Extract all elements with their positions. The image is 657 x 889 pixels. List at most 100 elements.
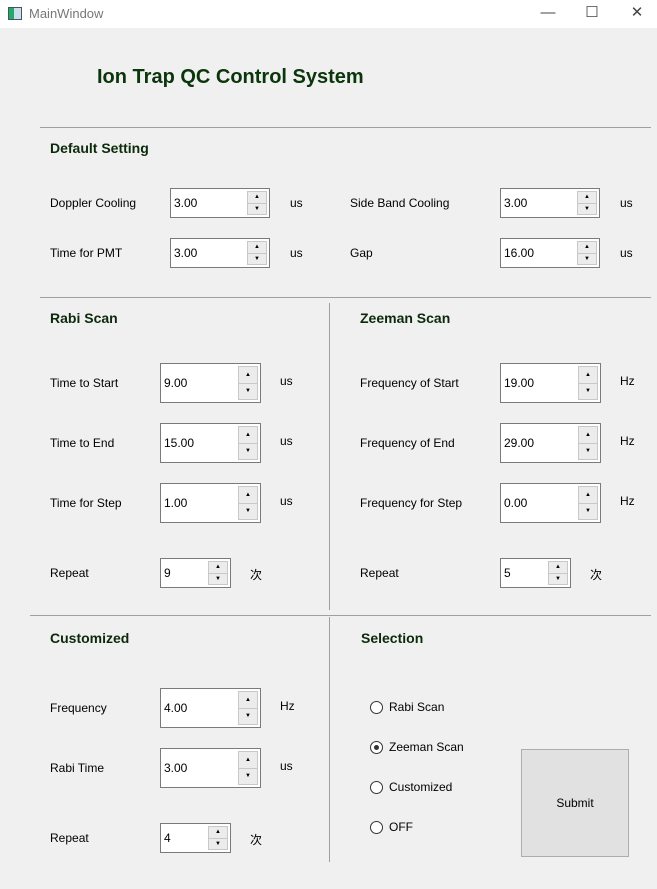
radio-label: OFF: [389, 820, 413, 834]
spin-up-button[interactable]: ▲: [247, 191, 267, 204]
radio-circle-icon[interactable]: [370, 740, 383, 754]
custom-rabitime-unit: us: [280, 759, 293, 773]
custom-rabitime-label: Rabi Time: [50, 761, 105, 775]
rabi-end-value[interactable]: 15.00: [164, 436, 194, 450]
spin-up-button[interactable]: ▲: [238, 691, 258, 709]
submit-label: Submit: [556, 796, 594, 810]
spin-down-button[interactable]: ▼: [238, 503, 258, 520]
spin-up-button[interactable]: ▲: [548, 561, 568, 574]
zeeman-repeat-spinbox[interactable]: 5 ▲ ▼: [500, 558, 571, 588]
spin-up-button[interactable]: ▲: [577, 191, 597, 204]
spin-down-button[interactable]: ▼: [578, 443, 598, 460]
default-gap-value[interactable]: 16.00: [504, 246, 534, 260]
rabi-scan-heading: Rabi Scan: [50, 310, 118, 326]
window-title: MainWindow: [29, 6, 104, 21]
spin-up-button[interactable]: ▲: [578, 486, 598, 504]
spin-up-button[interactable]: ▲: [247, 241, 267, 254]
spin-down-button[interactable]: ▼: [577, 203, 597, 215]
zeeman-start-unit: Hz: [620, 374, 635, 388]
spin-down-button[interactable]: ▼: [577, 253, 597, 265]
spin-down-button[interactable]: ▼: [238, 443, 258, 460]
radio-option[interactable]: Zeeman Scan: [370, 740, 464, 754]
zeeman-step-spinbox[interactable]: 0.00 ▲ ▼: [500, 483, 601, 523]
spin-up-button[interactable]: ▲: [578, 426, 598, 444]
app-icon: [8, 7, 22, 20]
spin-up-button[interactable]: ▲: [238, 366, 258, 384]
default-gap-label: Gap: [350, 246, 373, 260]
spin-up-button[interactable]: ▲: [238, 486, 258, 504]
radio-circle-icon[interactable]: [370, 780, 383, 794]
default-doppler-spinbox[interactable]: 3.00 ▲ ▼: [170, 188, 270, 218]
zeeman-repeat-unit: 次: [590, 568, 603, 582]
rabi-step-label: Time for Step: [50, 496, 122, 510]
spin-up-button[interactable]: ▲: [578, 366, 598, 384]
spin-down-button[interactable]: ▼: [238, 383, 258, 400]
rabi-end-spinbox[interactable]: 15.00 ▲ ▼: [160, 423, 261, 463]
zeeman-start-value[interactable]: 19.00: [504, 376, 534, 390]
spin-down-button[interactable]: ▼: [208, 573, 228, 585]
default-doppler-label: Doppler Cooling: [50, 196, 137, 210]
default-doppler-value[interactable]: 3.00: [174, 196, 197, 210]
zeeman-start-spinbox[interactable]: 19.00 ▲ ▼: [500, 363, 601, 403]
spin-down-button[interactable]: ▼: [238, 708, 258, 725]
zeeman-start-label: Frequency of Start: [360, 376, 459, 390]
custom-freq-value[interactable]: 4.00: [164, 701, 187, 715]
default-sideband-label: Side Band Cooling: [350, 196, 450, 210]
custom-repeat-spinbox[interactable]: 4 ▲ ▼: [160, 823, 231, 853]
spin-up-button[interactable]: ▲: [238, 426, 258, 444]
divider: [329, 617, 330, 862]
default-pmt-value[interactable]: 3.00: [174, 246, 197, 260]
default-setting-heading: Default Setting: [50, 140, 149, 156]
spin-up-button[interactable]: ▲: [208, 826, 228, 839]
custom-repeat-unit: 次: [250, 833, 263, 847]
custom-rabitime-value[interactable]: 3.00: [164, 761, 187, 775]
zeeman-step-unit: Hz: [620, 494, 635, 508]
rabi-start-value[interactable]: 9.00: [164, 376, 187, 390]
rabi-repeat-unit: 次: [250, 568, 263, 582]
divider: [30, 615, 651, 616]
spin-down-button[interactable]: ▼: [247, 203, 267, 215]
spin-down-button[interactable]: ▼: [578, 503, 598, 520]
radio-circle-icon[interactable]: [370, 700, 383, 714]
rabi-start-spinbox[interactable]: 9.00 ▲ ▼: [160, 363, 261, 403]
radio-option[interactable]: OFF: [370, 820, 413, 834]
zeeman-end-value[interactable]: 29.00: [504, 436, 534, 450]
submit-button[interactable]: Submit: [521, 749, 629, 857]
spin-down-button[interactable]: ▼: [208, 838, 228, 850]
zeeman-scan-heading: Zeeman Scan: [360, 310, 451, 326]
default-sideband-spinbox[interactable]: 3.00 ▲ ▼: [500, 188, 600, 218]
default-pmt-spinbox[interactable]: 3.00 ▲ ▼: [170, 238, 270, 268]
spin-down-button[interactable]: ▼: [548, 573, 568, 585]
custom-repeat-label: Repeat: [50, 831, 89, 845]
customized-heading: Customized: [50, 630, 130, 646]
rabi-step-spinbox[interactable]: 1.00 ▲ ▼: [160, 483, 261, 523]
spin-up-button[interactable]: ▲: [208, 561, 228, 574]
spin-down-button[interactable]: ▼: [238, 768, 258, 785]
radio-label: Rabi Scan: [389, 700, 445, 714]
close-button[interactable]: ✕: [614, 0, 657, 28]
spin-up-button[interactable]: ▲: [238, 751, 258, 769]
rabi-repeat-spinbox[interactable]: 9 ▲ ▼: [160, 558, 231, 588]
zeeman-end-unit: Hz: [620, 434, 635, 448]
rabi-repeat-value[interactable]: 9: [164, 566, 171, 580]
spin-down-button[interactable]: ▼: [247, 253, 267, 265]
custom-rabitime-spinbox[interactable]: 3.00 ▲ ▼: [160, 748, 261, 788]
default-gap-spinbox[interactable]: 16.00 ▲ ▼: [500, 238, 600, 268]
radio-option[interactable]: Customized: [370, 780, 452, 794]
default-sideband-value[interactable]: 3.00: [504, 196, 527, 210]
zeeman-end-spinbox[interactable]: 29.00 ▲ ▼: [500, 423, 601, 463]
spin-up-button[interactable]: ▲: [577, 241, 597, 254]
rabi-step-value[interactable]: 1.00: [164, 496, 187, 510]
minimize-button[interactable]: —: [525, 0, 571, 28]
zeeman-repeat-value[interactable]: 5: [504, 566, 511, 580]
divider: [40, 297, 651, 298]
rabi-step-unit: us: [280, 494, 293, 508]
spin-down-button[interactable]: ▼: [578, 383, 598, 400]
maximize-button[interactable]: ☐: [569, 0, 615, 28]
zeeman-repeat-label: Repeat: [360, 566, 399, 580]
radio-circle-icon[interactable]: [370, 820, 383, 834]
radio-option[interactable]: Rabi Scan: [370, 700, 444, 714]
zeeman-step-value[interactable]: 0.00: [504, 496, 527, 510]
custom-repeat-value[interactable]: 4: [164, 831, 171, 845]
custom-freq-spinbox[interactable]: 4.00 ▲ ▼: [160, 688, 261, 728]
